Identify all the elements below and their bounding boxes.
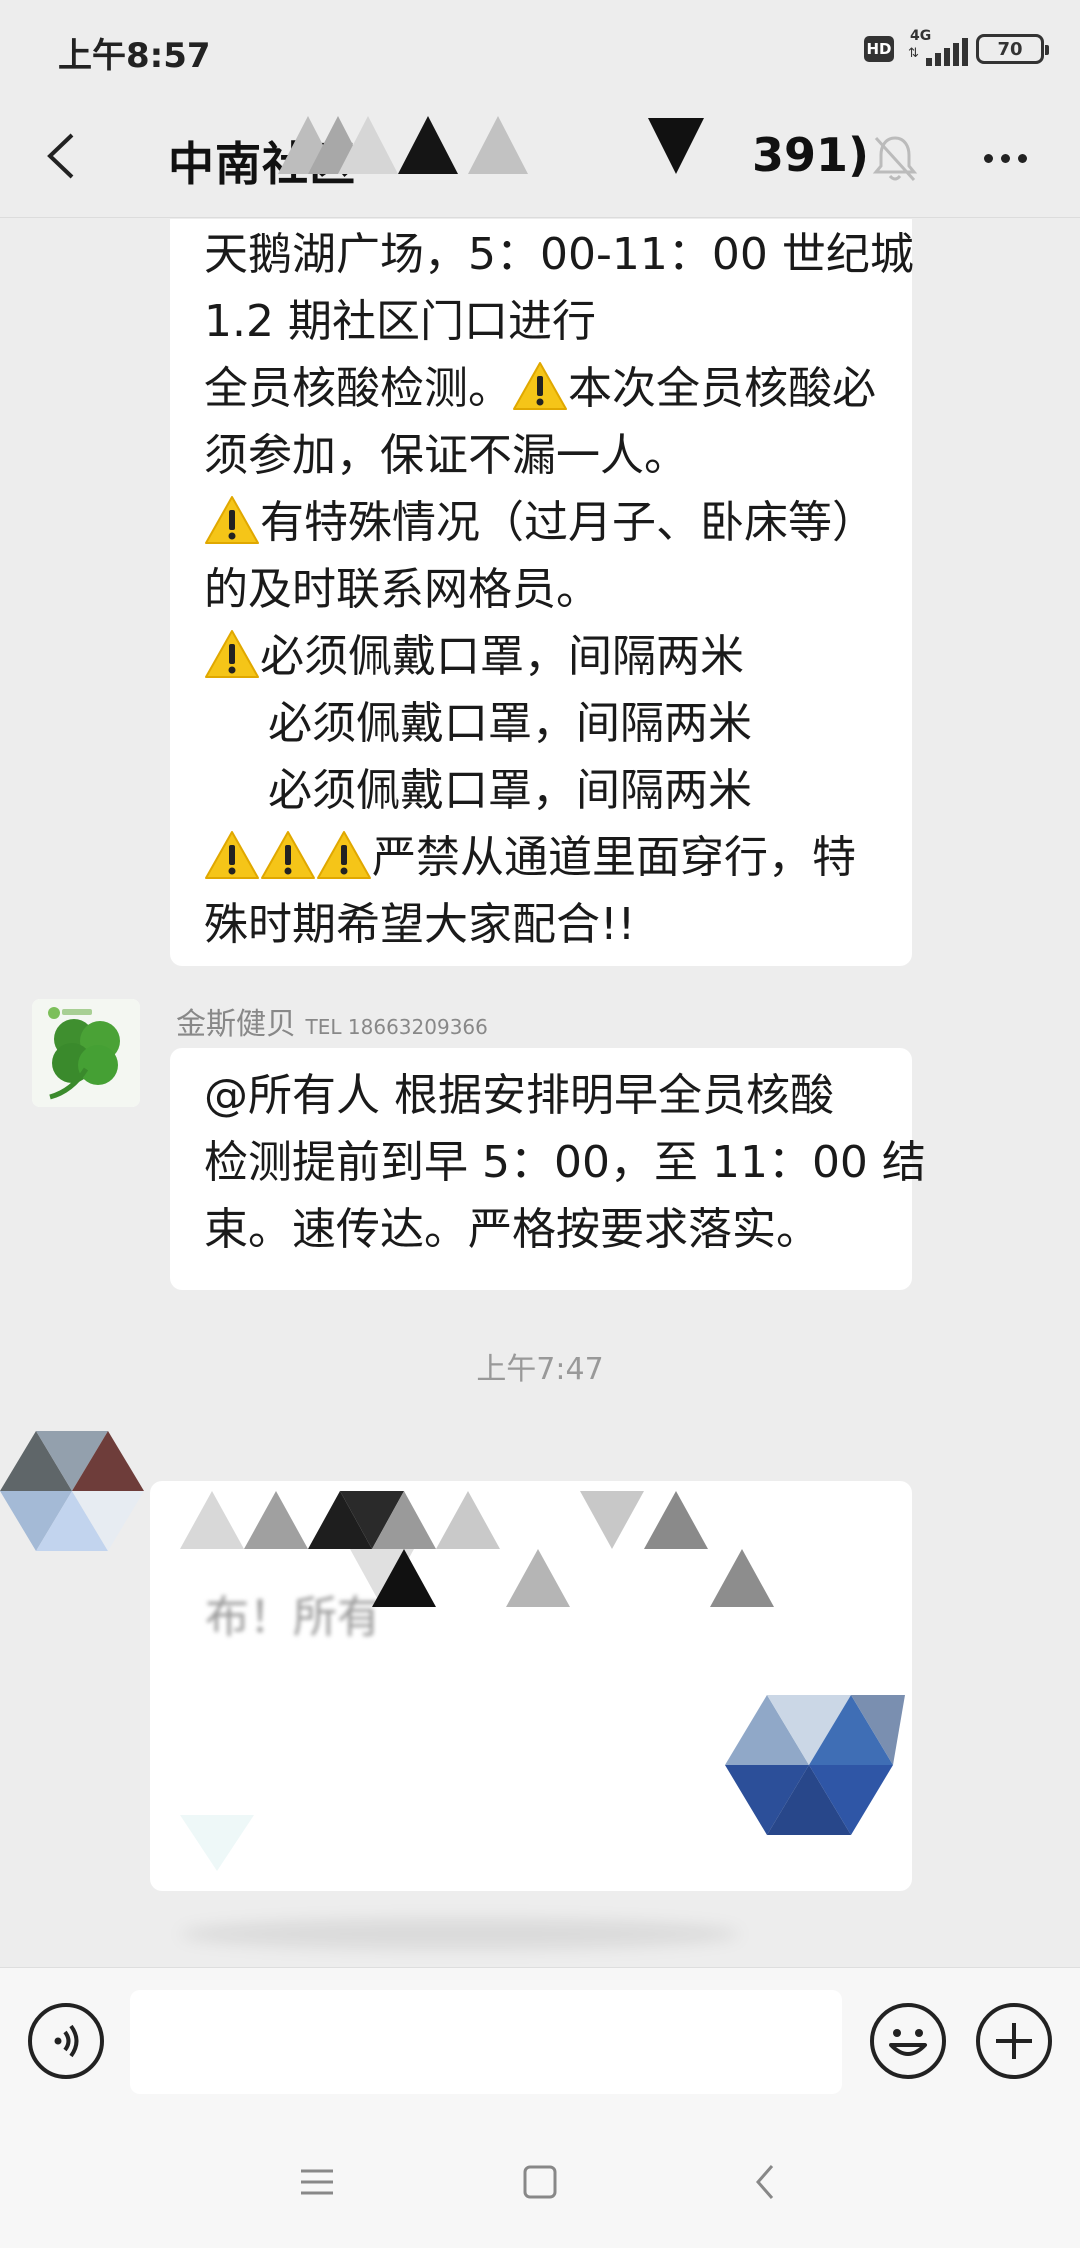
signal-icon: 4G ⇅ — [908, 28, 968, 66]
system-nav-bar — [0, 2117, 1080, 2248]
hd-icon: HD — [864, 36, 894, 62]
message-bubble[interactable]: @所有人 根据安排明早全员核酸 检测提前到早 5：00，至 11：00 结 束。… — [170, 1048, 926, 1290]
system-back-button[interactable] — [735, 2157, 795, 2207]
home-square-icon — [523, 2165, 557, 2199]
message-line: 的及时联系网格员。 — [204, 564, 600, 615]
bell-off-icon — [870, 130, 920, 186]
warning-icon — [205, 831, 259, 879]
home-button[interactable] — [510, 2157, 570, 2207]
message-line: 有特殊情况（过月子、卧床等） — [204, 489, 888, 556]
plus-icon — [996, 2023, 1032, 2059]
back-button[interactable] — [30, 126, 90, 186]
warning-icon — [261, 831, 315, 879]
sender-tel: TEL 18663209366 — [305, 1015, 488, 1039]
message-line: 须参加，保证不漏一人。 — [204, 430, 688, 481]
message-line: 必须佩戴口罩，间隔两米 — [268, 698, 752, 749]
input-bar — [0, 1967, 1080, 2117]
censored-message-bubble[interactable]: 布！所有 — [150, 1481, 912, 1891]
censor-mosaic — [278, 116, 704, 174]
signal-bars — [926, 38, 968, 66]
voice-icon — [54, 2024, 79, 2058]
censor-mosaic — [180, 1491, 774, 1607]
censored-avatar — [0, 1431, 144, 1551]
menu-button[interactable] — [287, 2157, 347, 2207]
plus-button[interactable] — [976, 2003, 1052, 2079]
message-line: 必须佩戴口罩，间隔两米 — [204, 623, 888, 690]
message-text: 天鹅湖广场，5：00-11：00 世纪城 1.2 期社区门口进行 全员核酸检测。… — [204, 221, 914, 958]
message-text: @所有人 根据安排明早全员核酸 检测提前到早 5：00，至 11：00 结 束。… — [204, 1062, 926, 1263]
clover-avatar-icon — [32, 999, 140, 1107]
chat-header: 中南社区 391) — [0, 100, 1080, 218]
message-shadow — [180, 1919, 740, 1949]
message-line: 束。速传达。严格按要求落实。 — [204, 1204, 820, 1255]
more-button[interactable] — [970, 130, 1040, 186]
message-line: 全员核酸检测。 本次全员核酸必 — [204, 362, 876, 414]
censor-mosaic-small — [180, 1815, 254, 1871]
censor-mosaic-blue — [725, 1695, 905, 1835]
status-icons: HD 4G ⇅ 70 — [864, 28, 1049, 66]
message-line: 天鹅湖广场，5：00-11：00 世纪城 — [204, 229, 914, 280]
avatar[interactable] — [32, 999, 140, 1107]
status-time: 上午8:57 — [58, 36, 211, 76]
warning-icon — [205, 630, 259, 678]
message-line: 殊时期希望大家配合!! — [204, 899, 636, 950]
message-line: 必须佩戴口罩，间隔两米 — [268, 765, 752, 816]
warning-icon — [205, 496, 259, 544]
battery-icon: 70 — [976, 34, 1049, 64]
sender-name: 金斯健贝 TEL 18663209366 — [176, 1007, 488, 1042]
message-line: 检测提前到早 5：00，至 11：00 结 — [204, 1137, 926, 1188]
menu-icon — [301, 2169, 333, 2195]
message-bubble[interactable]: 天鹅湖广场，5：00-11：00 世纪城 1.2 期社区门口进行 全员核酸检测。… — [170, 219, 914, 966]
chevron-left-icon — [47, 133, 74, 179]
voice-button[interactable] — [28, 2003, 104, 2079]
chat-title-tail: 391) — [752, 128, 870, 182]
ellipsis-icon — [983, 153, 993, 163]
chat-messages[interactable]: 天鹅湖广场，5：00-11：00 世纪城 1.2 期社区门口进行 全员核酸检测。… — [0, 219, 1080, 1967]
message-timestamp: 上午7:47 — [476, 1352, 604, 1387]
back-triangle-icon — [756, 2165, 774, 2199]
battery-level: 70 — [997, 38, 1023, 60]
emoji-button[interactable] — [870, 2003, 946, 2079]
status-bar: 上午8:57 HD 4G ⇅ 70 — [0, 0, 1080, 100]
message-input[interactable] — [130, 1990, 842, 2094]
warning-icon — [513, 362, 567, 410]
message-line: @所有人 根据安排明早全员核酸 — [204, 1070, 834, 1121]
message-line: 严禁从通道里面穿行，特 — [204, 824, 888, 891]
message-line: 1.2 期社区门口进行 — [204, 296, 596, 347]
warning-icon — [317, 831, 371, 879]
emoji-icon — [889, 2029, 927, 2056]
data-arrows-icon: ⇅ — [908, 46, 919, 61]
